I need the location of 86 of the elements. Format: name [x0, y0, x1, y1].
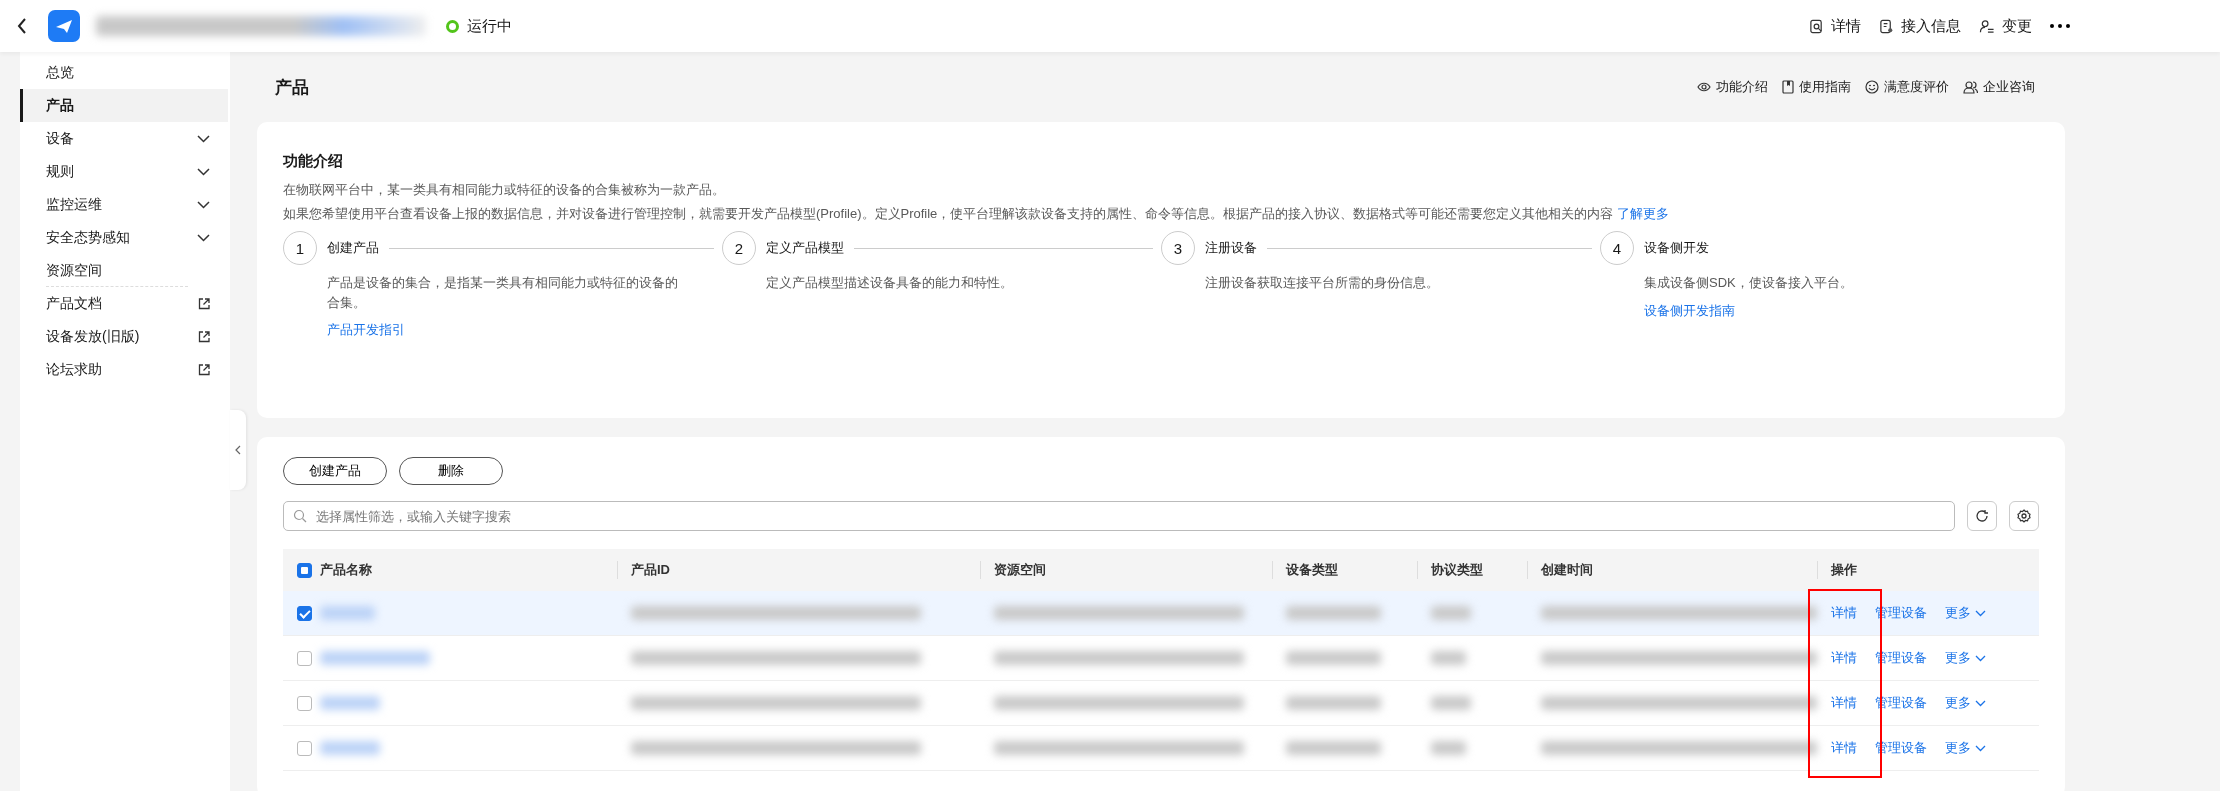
blurred-text [320, 696, 380, 710]
step-description: 注册设备获取连接平台所需的身份信息。 [1205, 274, 1440, 292]
chevron-icon [1975, 699, 1986, 707]
sidebar-item[interactable]: 论坛求助 [20, 353, 228, 386]
column-header: 创建时间 [1541, 561, 1593, 579]
column-header: 产品ID [631, 561, 670, 579]
section-title: 功能介绍 [283, 152, 344, 171]
row-checkbox[interactable] [297, 695, 312, 711]
blurred-text [1431, 741, 1466, 755]
chevron-icon [1975, 654, 1986, 662]
document-icon [1879, 18, 1894, 34]
sidebar-item[interactable]: 监控运维 [20, 188, 228, 221]
help-link[interactable]: 使用指南 [1782, 78, 1851, 96]
search-field[interactable]: 选择属性筛选，或输入关键字搜索 [283, 501, 1955, 531]
row-checkbox[interactable] [297, 650, 312, 666]
refresh-icon [1975, 509, 1989, 523]
sidebar-item[interactable]: 资源空间 [20, 254, 228, 287]
step-link[interactable]: 设备侧开发指南 [1644, 302, 1735, 318]
intro-text: 如果您希望使用平台查看设备上报的数据信息，并对设备进行管理控制，就需要开发产品模型(Profile)。定义Profile，使平台理解该款设备支持的属性、命令等信息。根据产品的接入协议、数据格式等可能还需要您定义其他相关的内容 了解更多 [283, 205, 1670, 223]
external-link-icon [198, 330, 210, 343]
blurred-text [320, 741, 380, 755]
column-header: 资源空间 [994, 561, 1046, 579]
book-icon [1782, 80, 1794, 94]
toolbar-button[interactable]: 删除 [399, 457, 503, 485]
header-action[interactable]: 变更 [1979, 16, 2032, 36]
help-link[interactable]: 功能介绍 [1697, 78, 1768, 96]
column-header: 操作 [1831, 561, 1857, 579]
blurred-text [1431, 651, 1466, 665]
sidebar-item[interactable]: 规则 [20, 155, 228, 188]
search-document-icon [1809, 18, 1824, 34]
settings-icon [2017, 509, 2031, 523]
search-icon [293, 509, 307, 523]
row-action-link[interactable]: 更多 [1945, 604, 1986, 622]
user-switch-icon [1979, 18, 1995, 34]
step-description: 产品是设备的集合，是指某一类具有相同能力或特征的设备的合集。 [327, 274, 679, 312]
collapse-handle[interactable] [230, 410, 246, 490]
app-logo-icon [48, 10, 80, 42]
step-title: 定义产品模型 [766, 239, 844, 257]
help-link[interactable]: 企业咨询 [1963, 78, 2035, 96]
row-action-link[interactable]: 详情 [1831, 694, 1857, 712]
row-action-link[interactable]: 详情 [1831, 649, 1857, 667]
select-all-checkbox[interactable] [297, 562, 312, 578]
smiley-icon [1865, 80, 1879, 94]
row-checkbox[interactable] [297, 605, 312, 621]
more-icon[interactable] [2050, 24, 2070, 28]
external-link-icon [198, 363, 210, 376]
learn-more-link[interactable]: 了解更多 [1616, 206, 1669, 221]
status-text: 运行中 [467, 16, 512, 36]
step-title: 注册设备 [1205, 239, 1257, 257]
sidebar-item[interactable]: 产品文档 [20, 287, 228, 320]
sidebar-item[interactable]: 总览 [20, 56, 228, 89]
eye-icon [1697, 81, 1711, 93]
settings-button[interactable] [2009, 501, 2039, 531]
external-link-icon [198, 297, 210, 310]
page-title: 产品 [275, 76, 309, 99]
toolbar-button[interactable]: 创建产品 [283, 457, 387, 485]
column-header: 产品名称 [320, 561, 372, 579]
row-action-link[interactable]: 更多 [1945, 694, 1986, 712]
row-action-link[interactable]: 详情 [1831, 739, 1857, 757]
help-link[interactable]: 满意度评价 [1865, 78, 1949, 96]
chevron-icon [1975, 744, 1986, 752]
column-header: 协议类型 [1431, 561, 1483, 579]
row-checkbox[interactable] [297, 740, 312, 756]
row-action-link[interactable]: 详情 [1831, 604, 1857, 622]
row-action-link[interactable]: 更多 [1945, 739, 1986, 757]
back-icon[interactable] [16, 17, 28, 35]
sidebar-item[interactable]: 产品 [20, 89, 228, 122]
row-action-link[interactable]: 更多 [1945, 649, 1986, 667]
sidebar-item[interactable]: 设备发放(旧版) [20, 320, 228, 353]
header-action[interactable]: 接入信息 [1879, 16, 1961, 36]
chevron-icon [1975, 609, 1986, 617]
step-description: 定义产品模型描述设备具备的能力和特性。 [766, 274, 1014, 292]
step-title: 创建产品 [327, 239, 379, 257]
sidebar-item[interactable]: 设备 [20, 122, 228, 155]
step-description: 集成设备侧SDK，使设备接入平台。 [1644, 274, 1854, 292]
header-action[interactable]: 详情 [1809, 16, 1861, 36]
intro-text: 在物联网平台中，某一类具有相同能力或特征的设备的合集被称为一款产品。 [283, 181, 726, 199]
refresh-button[interactable] [1967, 501, 1997, 531]
people-icon [1963, 80, 1978, 94]
column-header: 设备类型 [1286, 561, 1338, 579]
step-title: 设备侧开发 [1644, 239, 1709, 257]
blurred-text [320, 606, 375, 620]
step-link[interactable]: 产品开发指引 [327, 322, 405, 337]
sidebar-item[interactable]: 安全态势感知 [20, 221, 228, 254]
blurred-text [1431, 696, 1471, 710]
blurred-text [1431, 606, 1471, 620]
